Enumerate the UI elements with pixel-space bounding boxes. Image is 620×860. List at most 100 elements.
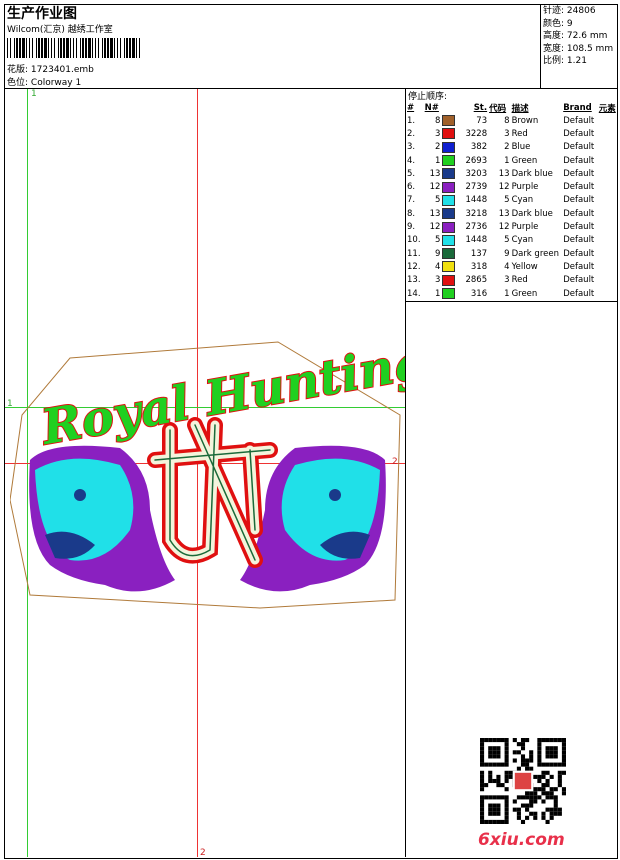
row-swatch — [441, 220, 457, 233]
row-st: 2739 — [465, 182, 488, 193]
color-swatch — [442, 208, 456, 220]
row-element — [598, 247, 620, 260]
row-element — [598, 274, 620, 287]
row-idx: 2. — [407, 128, 416, 139]
row-brand: Default — [563, 288, 595, 299]
row-idx: 5. — [407, 168, 416, 179]
sequence-row: 8. 13 3218 13 Dark blue Default — [406, 207, 620, 220]
file-label: 花版: — [7, 65, 29, 75]
file-value: 1723401.emb — [30, 65, 94, 75]
stat-colors: 颜色: 9 — [543, 18, 573, 29]
row-element — [598, 194, 620, 207]
row-desc: Cyan — [511, 235, 534, 246]
table-divider — [405, 301, 617, 302]
sequence-header-row: # N# St. 代码 描述 Brand 元素 — [406, 101, 620, 114]
row-swatch — [441, 194, 457, 207]
row-n: 9 — [434, 248, 441, 259]
colorway-line: 色位: Colorway 1 — [7, 75, 81, 88]
row-desc: Purple — [511, 182, 539, 193]
row-st: 382 — [470, 142, 488, 153]
sequence-row: 12. 4 318 4 Yellow Default — [406, 260, 620, 273]
col-n: N# — [424, 102, 439, 113]
colorway-label: 色位: — [7, 78, 29, 88]
stat-height: 高度: 72.6 mm — [543, 31, 608, 42]
row-n: 8 — [434, 115, 441, 126]
sequence-row: 6. 12 2739 12 Purple Default — [406, 180, 620, 193]
row-desc: Dark blue — [511, 168, 553, 179]
sequence-row: 2. 3 3228 3 Red Default — [406, 127, 620, 140]
row-desc: Blue — [511, 142, 531, 153]
row-st: 2693 — [465, 155, 488, 166]
row-element — [598, 167, 620, 180]
row-desc: Red — [511, 275, 528, 286]
row-swatch — [441, 154, 457, 167]
row-idx: 9. — [407, 222, 416, 233]
row-n: 2 — [434, 142, 441, 153]
row-code: 1 — [504, 155, 510, 166]
row-st: 3203 — [465, 168, 488, 179]
row-code: 12 — [498, 222, 510, 233]
row-code: 13 — [498, 168, 510, 179]
sequence-row: 5. 13 3203 13 Dark blue Default — [406, 167, 620, 180]
color-swatch — [442, 274, 456, 286]
row-swatch — [441, 180, 457, 193]
row-swatch — [441, 141, 457, 154]
row-n: 13 — [429, 208, 441, 219]
row-n: 3 — [434, 128, 441, 139]
sequence-row: 9. 12 2736 12 Purple Default — [406, 220, 620, 233]
row-brand: Default — [563, 235, 595, 246]
color-swatch — [442, 155, 456, 167]
row-brand: Default — [563, 261, 595, 272]
row-element — [598, 220, 620, 233]
row-idx: 6. — [407, 182, 416, 193]
barcode — [7, 38, 140, 58]
row-idx: 10. — [407, 235, 421, 246]
sequence-table: # N# St. 代码 描述 Brand 元素 1. 8 73 8 Brown Defau… — [406, 101, 620, 300]
col-desc: 描述 — [511, 103, 529, 114]
row-idx: 11. — [407, 248, 421, 259]
company-name: Wilcom(汇京) 越绣工作室 — [7, 25, 113, 35]
guide-label-v1: 1 — [31, 89, 37, 99]
row-n: 5 — [434, 195, 441, 206]
row-st: 2736 — [465, 222, 488, 233]
col-brand: Brand — [563, 102, 592, 113]
row-code: 2 — [504, 142, 510, 153]
row-brand: Default — [563, 142, 595, 153]
row-st: 137 — [470, 248, 488, 259]
row-swatch — [441, 247, 457, 260]
row-n: 1 — [434, 155, 441, 166]
sequence-row: 14. 1 316 1 Green Default — [406, 287, 620, 300]
row-element — [598, 114, 620, 127]
guide-label-v2: 2 — [200, 848, 206, 858]
stats-divider — [540, 4, 541, 88]
row-n: 12 — [429, 182, 441, 193]
row-element — [598, 234, 620, 247]
row-desc: Dark blue — [511, 208, 553, 219]
sequence-row: 7. 5 1448 5 Cyan Default — [406, 194, 620, 207]
row-swatch — [441, 127, 457, 140]
row-desc: Brown — [511, 115, 539, 126]
row-code: 5 — [504, 235, 510, 246]
row-element — [598, 287, 620, 300]
row-code: 1 — [504, 288, 510, 299]
row-st: 73 — [476, 115, 488, 126]
row-idx: 14. — [407, 288, 421, 299]
row-code: 4 — [504, 261, 510, 272]
col-idx: # — [407, 102, 415, 113]
row-element — [598, 207, 620, 220]
row-brand: Default — [563, 115, 595, 126]
row-idx: 8. — [407, 208, 416, 219]
row-element — [598, 260, 620, 273]
row-element — [598, 127, 620, 140]
color-swatch — [442, 168, 456, 180]
row-code: 9 — [504, 248, 510, 259]
row-n: 1 — [434, 288, 441, 299]
row-swatch — [441, 114, 457, 127]
row-idx: 1. — [407, 115, 416, 126]
row-brand: Default — [563, 128, 595, 139]
stats-panel: 针迹: 24806 颜色: 9 高度: 72.6 mm 宽度: 108.5 mm… — [543, 5, 613, 68]
row-brand: Default — [563, 168, 595, 179]
row-swatch — [441, 167, 457, 180]
row-brand: Default — [563, 208, 595, 219]
row-swatch — [441, 207, 457, 220]
